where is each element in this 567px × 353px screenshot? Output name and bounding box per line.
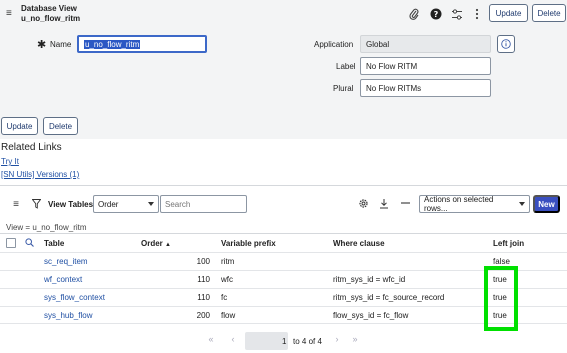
row-order: 110 [197,293,210,302]
try-it-link[interactable]: Try It [1,157,19,166]
sn-utils-versions-link[interactable]: [SN Utils] Versions (1) [1,170,79,179]
last-page-icon[interactable]: » [350,334,360,344]
pagination-range: to 4 of 4 [293,337,322,346]
name-label: Name [50,40,72,49]
list-search-input[interactable] [160,195,247,213]
select-all-checkbox[interactable] [6,238,16,248]
label-field[interactable]: No Flow RITM [360,57,491,75]
previous-page-icon[interactable]: ‹ [228,334,238,344]
table-row: sys_flow_context 110 fc ritm_sys_id = fc… [0,288,567,306]
row-variable-prefix: flow [221,311,236,320]
delete-button-header[interactable]: Delete [532,4,566,22]
new-button[interactable]: New [533,195,560,213]
chevron-down-icon [148,202,154,206]
plural-field[interactable]: No Flow RITMs [360,79,491,97]
actions-select-value: Actions on selected rows... [424,195,494,213]
sort-ascending-icon: ▲ [165,242,171,248]
annotation-highlight-box [484,266,518,331]
breadcrumb-divider [0,233,567,234]
plural-field-value: No Flow RITMs [366,83,422,93]
search-field-select[interactable]: Order [93,195,159,213]
more-options-icon[interactable] [470,7,484,21]
application-info-button[interactable] [497,35,515,53]
mandatory-indicator: ✱ [37,39,47,51]
plural-label: Plural [333,84,354,93]
row-order: 110 [197,275,210,284]
table-row: sys_hub_flow 200 flow flow_sys_id = fc_f… [0,306,567,324]
breadcrumb[interactable]: View = u_no_flow_ritm [6,223,87,232]
label-field-value: No Flow RITM [366,61,418,71]
info-icon [501,39,511,49]
column-header-order-label: Order [141,239,163,248]
row-variable-prefix: fc [221,293,228,302]
name-field-value: u_no_flow_ritm [84,39,141,49]
search-field-select-value: Order [98,199,119,209]
collapse-minus-icon[interactable] [399,197,411,209]
row-variable-prefix: ritm [221,257,235,266]
column-header-order[interactable]: Order ▲ [141,239,171,248]
row-where-clause: flow_sys_id = fc_flow [333,311,409,320]
update-button-header[interactable]: Update [489,4,528,22]
related-links-title: Related Links [1,142,62,153]
attachment-icon[interactable] [407,7,421,21]
column-header-where-clause[interactable]: Where clause [333,239,385,248]
table-row: sc_req_item 100 ritm false [0,252,567,270]
table-row: wf_context 110 wfc ritm_sys_id = wfc_id … [0,270,567,288]
column-search-icon[interactable] [24,237,34,247]
row-where-clause: ritm_sys_id = fc_source_record [333,293,445,302]
export-download-icon[interactable] [378,197,390,209]
row-table-link[interactable]: wf_context [44,271,82,289]
row-table-link[interactable]: sc_req_item [44,253,88,271]
personalize-gear-icon[interactable] [357,197,369,209]
list-menu-icon[interactable]: ≡ [10,198,22,210]
column-header-variable-prefix[interactable]: Variable prefix [221,239,276,248]
current-page: 1 [282,337,287,346]
svg-text:?: ? [434,10,439,19]
next-page-icon[interactable]: › [332,334,342,344]
row-variable-prefix: wfc [221,275,233,284]
page-title: Database View u_no_flow_ritm [21,4,80,24]
first-page-icon[interactable]: « [206,334,216,344]
section-divider [0,185,567,186]
row-table-link[interactable]: sys_flow_context [44,289,105,307]
row-where-clause: ritm_sys_id = wfc_id [333,275,406,284]
form-header: ≡ Database View u_no_flow_ritm ? Update … [0,0,567,30]
application-label: Application [314,40,354,49]
page-title-record: u_no_flow_ritm [21,14,81,23]
delete-button-footer[interactable]: Delete [43,117,78,135]
application-field-value: Global [366,39,390,49]
actions-select[interactable]: Actions on selected rows... [419,195,530,213]
label-label: Label [336,62,356,71]
help-icon[interactable]: ? [429,7,443,21]
actions-chevron-down-icon [519,202,525,206]
application-field: Global [360,35,491,53]
column-header-left-join[interactable]: Left join [493,239,524,248]
row-order: 200 [196,311,210,320]
form-area: ≡ Database View u_no_flow_ritm ? Update … [0,0,567,139]
page-title-type: Database View [21,4,77,13]
name-field[interactable]: u_no_flow_ritm [77,35,207,53]
column-header-table[interactable]: Table [44,239,64,248]
filter-icon[interactable] [31,198,41,210]
update-button-footer[interactable]: Update [1,117,38,135]
menu-icon[interactable]: ≡ [6,9,12,19]
list-title: View Tables [48,200,94,209]
row-table-link[interactable]: sys_hub_flow [44,307,92,325]
row-order: 100 [196,257,210,266]
settings-sliders-icon[interactable] [450,7,464,21]
